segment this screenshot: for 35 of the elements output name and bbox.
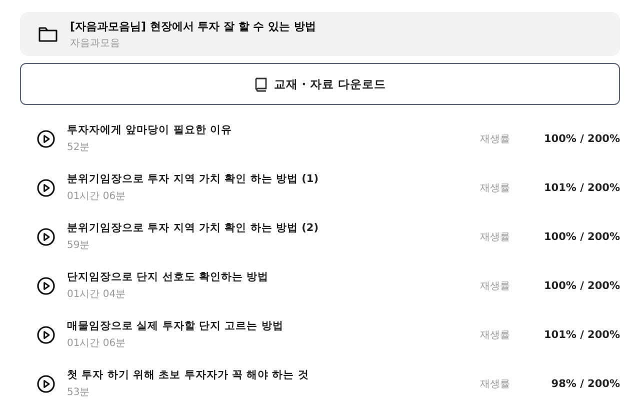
lesson-duration: 01시간 06분 [67, 337, 127, 350]
lesson-duration: 53분 [67, 386, 91, 399]
lesson-title[interactable]: 매물임장으로 실제 투자할 단지 고르는 방법 [67, 319, 480, 333]
rate-label: 재생률 [480, 182, 511, 194]
play-icon[interactable] [37, 374, 55, 392]
course-title: [자음과모음님] 현장에서 투자 잘 할 수 있는 방법 [70, 18, 316, 34]
rate-label: 재생률 [480, 328, 511, 342]
lesson-title[interactable]: 단지임장으로 단지 선호도 확인하는 방법 [67, 270, 480, 284]
download-button[interactable]: 교재 · 자료 다운로드 [20, 63, 620, 105]
rate-value: 100% / 200% [542, 230, 620, 242]
rate-label: 재생률 [480, 132, 511, 146]
course-author: 자음과모음 [70, 36, 121, 50]
rate-label: 재생률 [480, 378, 511, 390]
lesson-duration: 01시간 06분 [67, 190, 127, 203]
play-icon[interactable] [37, 276, 55, 294]
lesson-title[interactable]: 분위기임장으로 투자 지역 가치 확인 하는 방법 (1) [67, 172, 480, 186]
rate-value: 98% / 200% [550, 378, 620, 390]
lesson-title[interactable]: 첫 투자 하기 위해 초보 투자자가 꼭 해야 하는 것 [67, 368, 480, 382]
play-icon[interactable] [37, 178, 55, 196]
lesson-duration: 59분 [67, 239, 91, 252]
lesson-title[interactable]: 분위기임장으로 투자 지역 가치 확인 하는 방법 (2) [67, 221, 480, 235]
rate-value: 100% / 200% [542, 132, 620, 144]
folder-icon [38, 25, 58, 43]
rate-value: 101% / 200% [542, 182, 620, 194]
lesson-duration: 52분 [67, 141, 91, 154]
lesson-title[interactable]: 투자자에게 앞마당이 필요한 이유 [67, 123, 480, 137]
book-icon [254, 76, 268, 92]
rate-value: 100% / 200% [542, 280, 620, 292]
rate-value: 101% / 200% [542, 328, 620, 340]
play-icon[interactable] [37, 228, 55, 246]
rate-label: 재생률 [480, 230, 511, 244]
rate-label: 재생률 [480, 280, 511, 292]
play-icon[interactable] [37, 326, 55, 344]
play-icon[interactable] [37, 130, 55, 148]
lesson-duration: 01시간 04분 [67, 288, 127, 301]
